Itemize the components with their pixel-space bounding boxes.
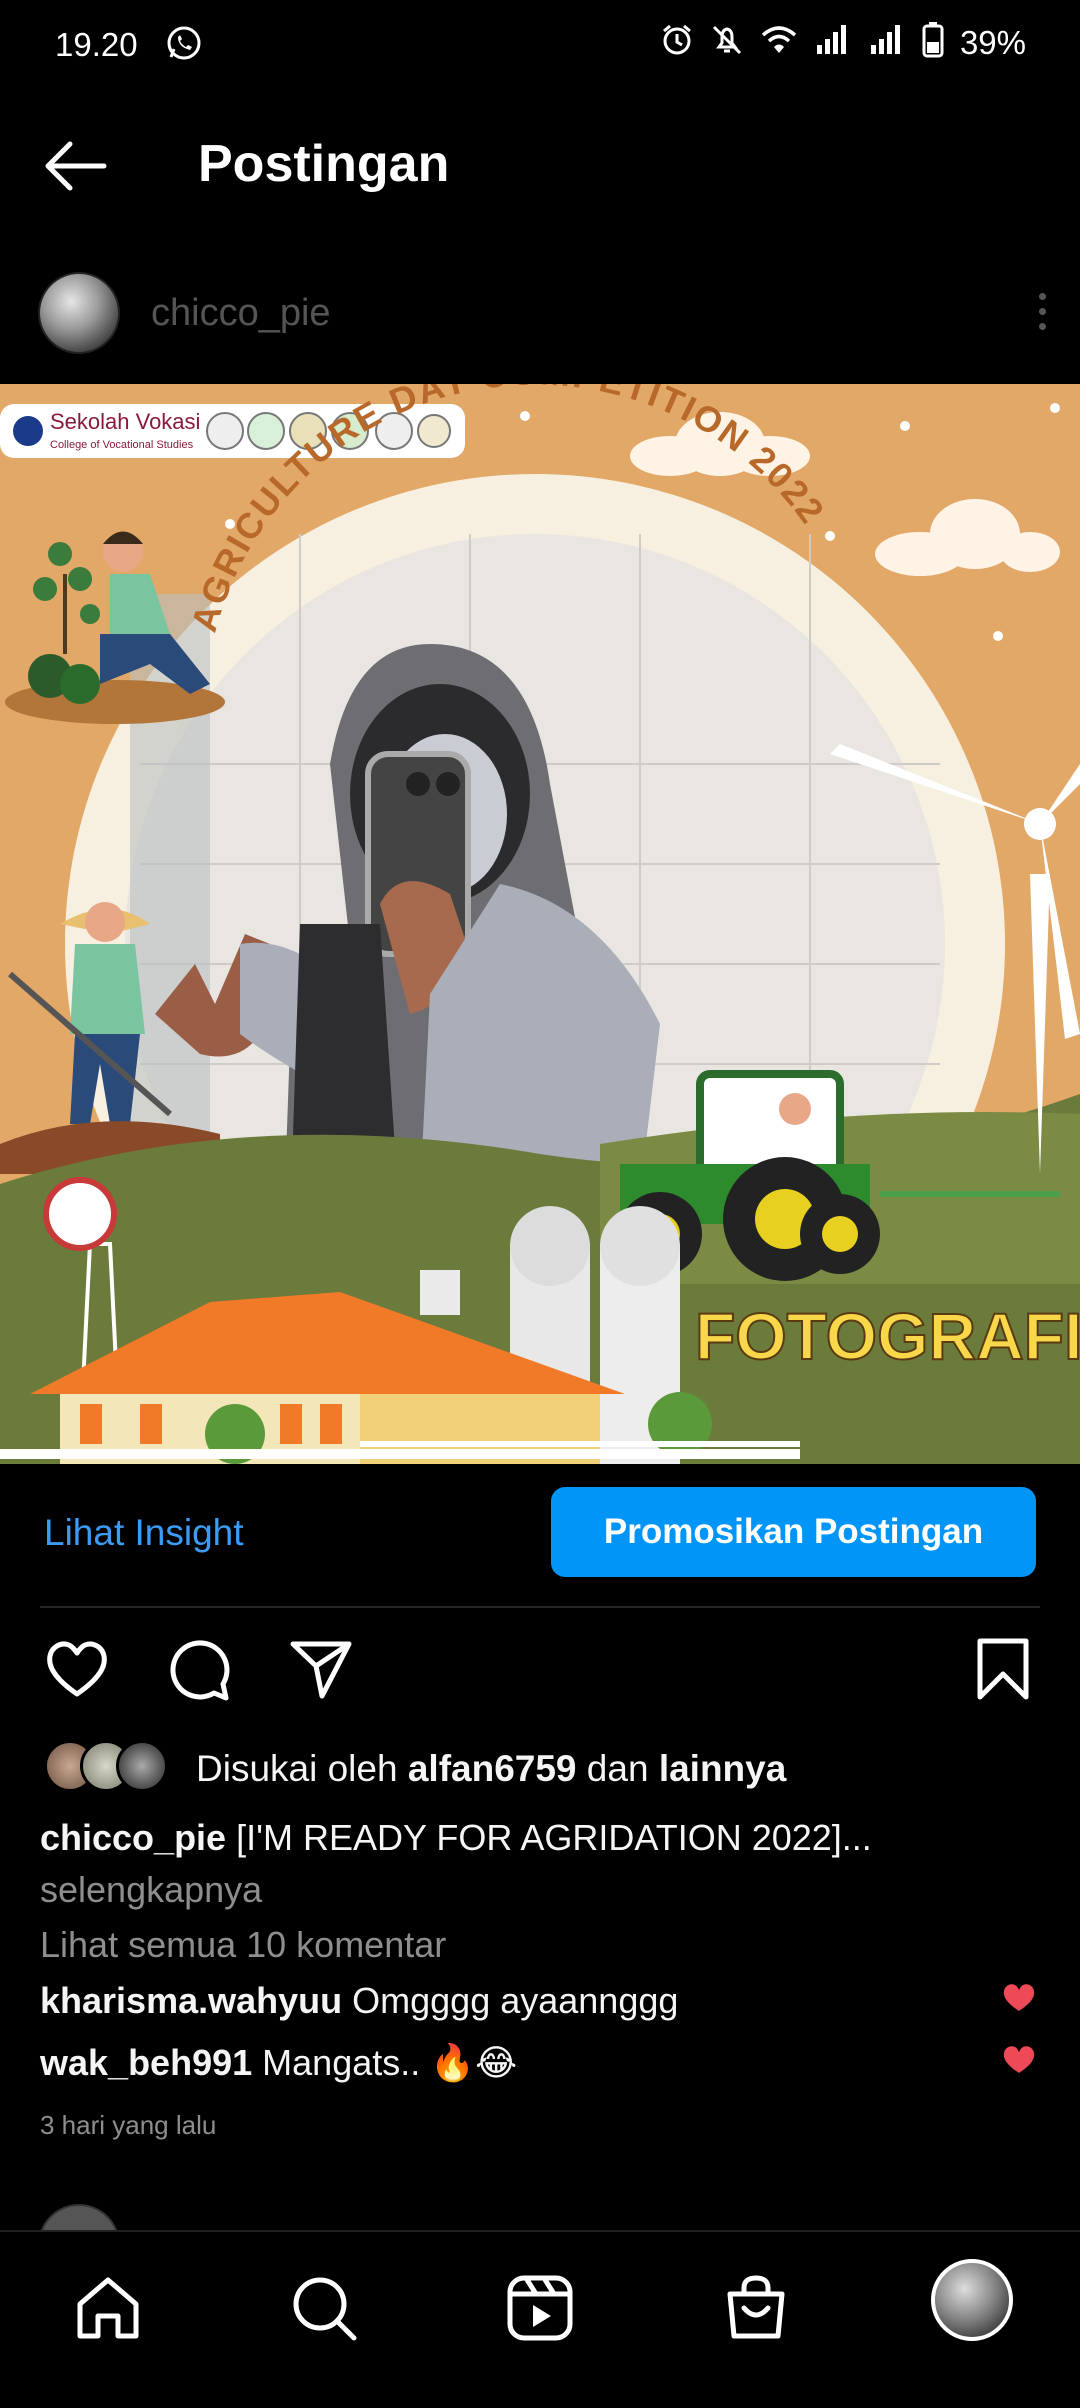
comment-icon[interactable] [166, 1636, 232, 1702]
caption-more-link[interactable]: selengkapnya [40, 1864, 1040, 1916]
divider [40, 1606, 1040, 1608]
post-caption[interactable]: chicco_pie [I'M READY FOR AGRIDATION 202… [40, 1812, 1040, 1916]
caption-username[interactable]: chicco_pie [40, 1817, 226, 1858]
comment-like-icon[interactable] [1002, 2044, 1036, 2074]
logo-subtitle: College of Vocational Studies [50, 439, 194, 451]
comment-item: kharisma.wahyuu Omgggg ayaannggg [40, 1980, 1040, 2022]
post-category-text: FOTOGRAFI [695, 1299, 1080, 1373]
comment-text: Omgggg ayaannggg [352, 1980, 679, 2021]
signal-icon-2 [868, 23, 906, 62]
home-icon[interactable] [72, 2272, 144, 2344]
post-header: chicco_pie [0, 270, 1080, 360]
wifi-icon [760, 23, 798, 62]
heart-icon[interactable] [44, 1636, 110, 1702]
comment-text: Mangats.. 🔥😂 [262, 2042, 518, 2083]
promote-post-button[interactable]: Promosikan Postingan [551, 1487, 1036, 1577]
page-title: Postingan [198, 135, 450, 193]
signal-icon [814, 23, 852, 62]
bottom-nav [0, 2230, 1080, 2408]
more-icon[interactable] [1032, 288, 1052, 338]
avatar[interactable] [38, 272, 120, 354]
comment-username[interactable]: wak_beh991 [40, 2042, 252, 2083]
status-bar: 19.20 39% [0, 0, 1080, 90]
battery-icon [922, 22, 944, 63]
alarm-icon [660, 23, 694, 62]
search-icon[interactable] [288, 2272, 360, 2344]
battery-percent: 39% [959, 23, 1026, 61]
view-all-comments-link[interactable]: Lihat semua 10 komentar [40, 1924, 446, 1966]
mute-icon [710, 23, 744, 62]
status-time: 19.20 [55, 26, 138, 63]
view-insight-link[interactable]: Lihat Insight [44, 1512, 244, 1554]
shop-icon[interactable] [720, 2272, 792, 2344]
caption-text: [I'M READY FOR AGRIDATION 2022]... [236, 1817, 872, 1858]
top-header: Postingan [0, 120, 1080, 210]
post-image[interactable]: Sekolah Vokasi College of Vocational Stu… [0, 384, 1080, 1464]
likes-row[interactable]: Disukai oleh alfan6759 dan lainnya [44, 1740, 1044, 1796]
comment-username[interactable]: kharisma.wahyuu [40, 1980, 342, 2021]
post-actions [0, 1636, 1080, 1706]
comment-like-icon[interactable] [1002, 1982, 1036, 2012]
whatsapp-icon [165, 24, 203, 67]
avatar [116, 1740, 168, 1792]
profile-tab-avatar[interactable] [931, 2259, 1013, 2341]
comment-item: wak_beh991 Mangats.. 🔥😂 [40, 2042, 1040, 2084]
likes-text: Disukai oleh alfan6759 dan lainnya [196, 1748, 787, 1789]
post-timestamp: 3 hari yang lalu [40, 2110, 217, 2140]
reels-icon[interactable] [504, 2272, 576, 2344]
bookmark-icon[interactable] [970, 1636, 1036, 1702]
post-username[interactable]: chicco_pie [151, 292, 331, 335]
share-icon[interactable] [288, 1636, 354, 1702]
logo-title: Sekolah Vokasi [50, 409, 200, 434]
back-arrow-icon[interactable] [40, 138, 110, 194]
